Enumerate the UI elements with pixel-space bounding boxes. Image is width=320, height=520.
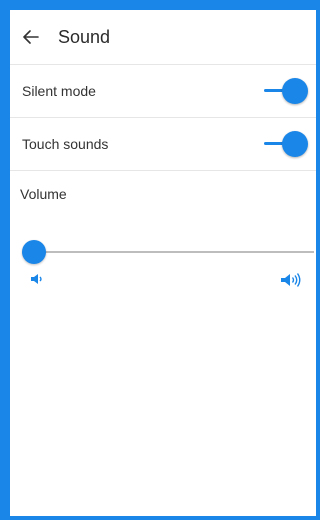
volume-slider[interactable]: [22, 240, 314, 264]
page-title: Sound: [58, 26, 111, 47]
silent-mode-label: Silent mode: [22, 83, 96, 99]
touch-sounds-label: Touch sounds: [22, 136, 109, 152]
app-bar: Sound: [10, 10, 316, 65]
touch-sounds-toggle[interactable]: [264, 129, 308, 159]
volume-low-icon: [31, 274, 42, 284]
settings-screen: Sound Silent mode Touch sounds Volume: [10, 10, 316, 516]
slider-thumb[interactable]: [22, 240, 46, 264]
back-button[interactable]: [22, 28, 40, 46]
volume-high-icon: [281, 273, 301, 287]
arrow-left-icon: [23, 30, 39, 44]
toggle-knob: [282, 78, 308, 104]
volume-label: Volume: [20, 186, 67, 202]
silent-mode-toggle[interactable]: [264, 76, 308, 106]
volume-icons: [10, 264, 316, 288]
setting-row-silent-mode[interactable]: Silent mode: [10, 65, 316, 118]
toggle-knob: [282, 131, 308, 157]
slider-track: [24, 251, 314, 253]
setting-row-touch-sounds[interactable]: Touch sounds: [10, 118, 316, 171]
